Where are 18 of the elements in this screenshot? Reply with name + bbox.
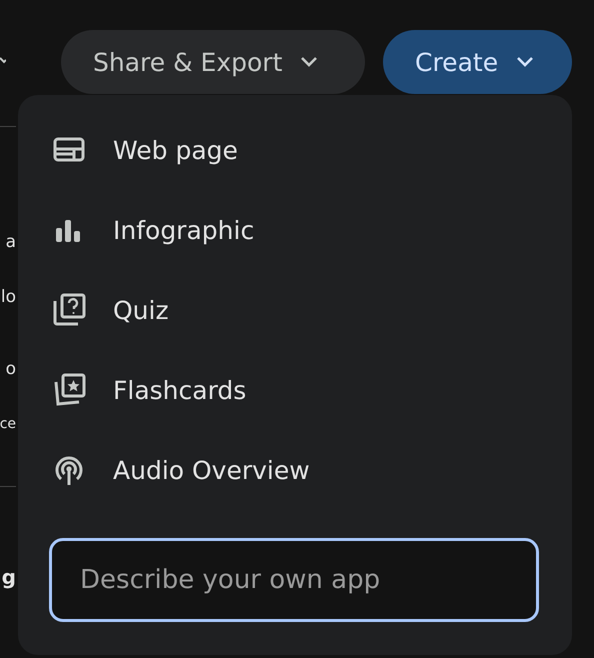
caret-icon: [300, 56, 318, 68]
menu-item[interactable]: Web page: [18, 110, 572, 190]
caret-icon: [516, 56, 534, 68]
caret-icon[interactable]: [0, 56, 6, 64]
flashcards-icon: [52, 373, 86, 407]
share-export-button[interactable]: Share & Export: [61, 30, 365, 94]
text-fragment: lo: [0, 287, 16, 307]
text-fragment: o: [6, 359, 16, 379]
menu-item[interactable]: Flashcards: [18, 350, 572, 430]
menu-item[interactable]: Quiz: [18, 270, 572, 350]
create-button[interactable]: Create: [383, 30, 572, 94]
quiz-icon: [52, 293, 86, 327]
text-fragment: ce: [0, 415, 16, 434]
describe-app-field[interactable]: Describe your own app: [49, 538, 539, 622]
text-fragment: g: [2, 564, 16, 591]
text-fragment: a: [6, 232, 16, 252]
menu-item[interactable]: Audio Overview: [18, 430, 572, 510]
menu-item[interactable]: Infographic: [18, 190, 572, 270]
